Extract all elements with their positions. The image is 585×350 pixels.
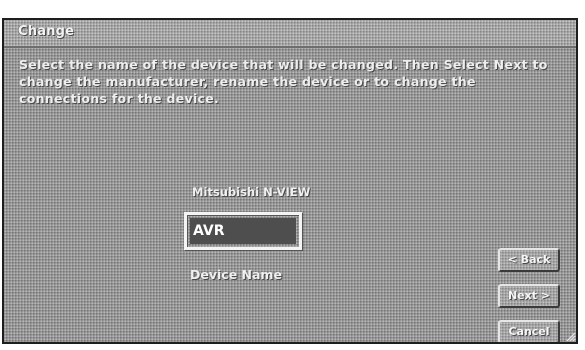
device-name-field[interactable]: AVR xyxy=(190,218,296,244)
next-button[interactable]: Next > xyxy=(498,284,560,308)
resize-grip-icon[interactable] xyxy=(564,330,576,342)
instructions-text: Select the name of the device that will … xyxy=(19,57,548,106)
cancel-button[interactable]: Cancel xyxy=(498,320,560,342)
title-bar[interactable]: Change xyxy=(4,20,576,48)
device-type-label: Mitsubishi N-VIEW xyxy=(192,185,311,199)
device-name-label: Device Name xyxy=(190,267,282,282)
dialog-title: Change xyxy=(18,24,75,39)
device-name-field-frame[interactable]: AVR xyxy=(184,212,302,250)
change-dialog: Change Select the name of the device tha… xyxy=(2,18,578,344)
back-button[interactable]: < Back xyxy=(498,248,560,272)
